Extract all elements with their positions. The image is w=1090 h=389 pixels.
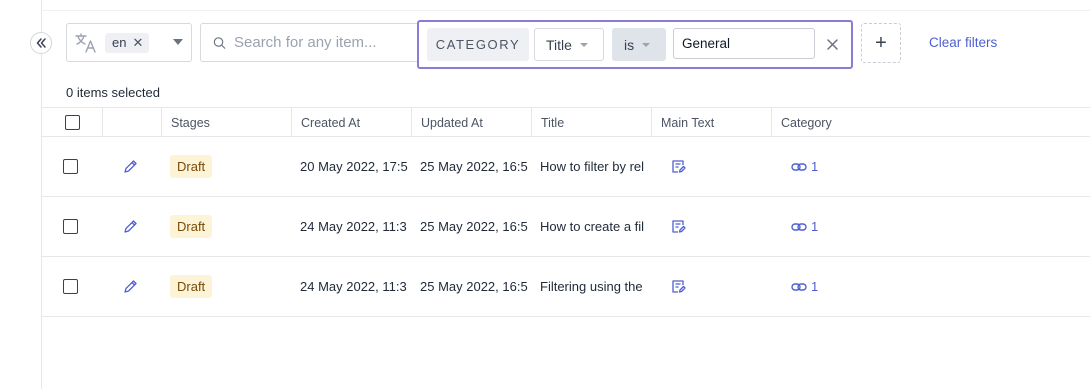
left-rail xyxy=(0,0,42,389)
pencil-icon xyxy=(124,160,137,173)
search-icon xyxy=(213,36,226,49)
document-edit-icon xyxy=(672,220,686,233)
remove-filter-button[interactable] xyxy=(824,36,840,52)
row-checkbox-cell xyxy=(63,137,78,196)
row-checkbox-cell xyxy=(63,257,78,316)
main-text-preview-button[interactable] xyxy=(671,257,686,316)
table-row[interactable]: Draft 20 May 2022, 17:5 25 May 2022, 16:… xyxy=(42,137,1090,197)
filter-group: CATEGORY Title is xyxy=(417,20,853,69)
search-input[interactable] xyxy=(234,34,424,51)
main-text-preview-button[interactable] xyxy=(671,137,686,196)
filter-value-input[interactable] xyxy=(673,28,815,59)
header-actions-cell xyxy=(102,108,161,137)
document-edit-icon xyxy=(672,160,686,173)
filter-operator-select[interactable]: is xyxy=(612,28,666,61)
items-table: Stages Created At Updated At Title Main … xyxy=(42,107,1090,317)
created-at-cell: 24 May 2022, 11:3 xyxy=(300,279,407,294)
category-cell: 1 xyxy=(791,197,818,256)
created-at-cell: 24 May 2022, 11:3 xyxy=(300,219,407,234)
chevron-down-icon[interactable] xyxy=(173,39,183,45)
link-icon xyxy=(791,222,807,231)
link-icon xyxy=(791,162,807,171)
edit-button[interactable] xyxy=(123,197,138,256)
category-relation-link[interactable]: 1 xyxy=(791,279,818,294)
category-cell: 1 xyxy=(791,257,818,316)
column-header-main-text[interactable]: Main Text xyxy=(651,108,771,137)
category-relation-link[interactable]: 1 xyxy=(791,219,818,234)
category-count: 1 xyxy=(811,159,819,174)
table-row[interactable]: Draft 24 May 2022, 11:3 25 May 2022, 16:… xyxy=(42,257,1090,317)
category-relation-link[interactable]: 1 xyxy=(791,159,818,174)
add-filter-button[interactable]: + xyxy=(861,23,901,63)
stage-cell: Draft xyxy=(170,137,213,196)
collapse-sidebar-button[interactable] xyxy=(30,32,52,54)
title-cell: How to filter by rel xyxy=(540,159,645,174)
created-at-cell: 20 May 2022, 17:5 xyxy=(300,159,408,174)
stage-cell: Draft xyxy=(170,257,213,316)
category-count: 1 xyxy=(811,219,819,234)
chevron-down-icon xyxy=(579,42,588,47)
selected-count: 0 items selected xyxy=(66,85,160,100)
title-cell: Filtering using the xyxy=(540,279,643,294)
status-badge: Draft xyxy=(170,275,213,298)
pencil-icon xyxy=(124,220,137,233)
document-edit-icon xyxy=(672,280,686,293)
updated-at-cell: 25 May 2022, 16:5 xyxy=(420,279,528,294)
category-cell: 1 xyxy=(791,137,818,196)
title-cell: How to create a fil xyxy=(540,219,645,234)
double-chevron-left-icon xyxy=(36,38,46,48)
column-header-category[interactable]: Category xyxy=(771,108,1090,137)
select-all-checkbox[interactable] xyxy=(64,115,80,130)
stage-cell: Draft xyxy=(170,197,213,256)
main-text-preview-button[interactable] xyxy=(671,197,686,256)
filter-operator-label: is xyxy=(624,36,635,53)
filter-category-label: CATEGORY xyxy=(427,28,529,61)
column-header-stages[interactable]: Stages xyxy=(161,108,291,137)
translate-icon xyxy=(75,32,96,53)
status-badge: Draft xyxy=(170,215,213,238)
filter-field-select[interactable]: Title xyxy=(534,28,604,61)
top-divider xyxy=(42,10,1090,11)
locale-chip-label: en xyxy=(112,35,127,50)
pencil-icon xyxy=(124,280,137,293)
updated-at-cell: 25 May 2022, 16:5 xyxy=(420,219,528,234)
table-header: Stages Created At Updated At Title Main … xyxy=(42,107,1090,137)
chevron-down-icon xyxy=(642,42,651,47)
column-header-updated-at[interactable]: Updated At xyxy=(411,108,531,137)
row-checkbox-cell xyxy=(63,197,78,256)
link-icon xyxy=(791,282,807,291)
close-icon xyxy=(826,38,838,50)
search-box[interactable] xyxy=(200,23,425,62)
row-checkbox[interactable] xyxy=(63,159,78,174)
locale-select[interactable]: en ✕ xyxy=(66,23,192,62)
edit-button[interactable] xyxy=(123,137,138,196)
header-checkbox-cell xyxy=(42,108,102,137)
edit-button[interactable] xyxy=(123,257,138,316)
column-header-title[interactable]: Title xyxy=(531,108,651,137)
updated-at-cell: 25 May 2022, 16:5 xyxy=(420,159,528,174)
close-icon[interactable]: ✕ xyxy=(132,35,143,51)
column-header-created-at[interactable]: Created At xyxy=(291,108,411,137)
table-row[interactable]: Draft 24 May 2022, 11:3 25 May 2022, 16:… xyxy=(42,197,1090,257)
row-checkbox[interactable] xyxy=(63,219,78,234)
status-badge: Draft xyxy=(170,155,213,178)
locale-chip: en ✕ xyxy=(105,32,150,53)
clear-filters-link[interactable]: Clear filters xyxy=(929,35,997,50)
row-checkbox[interactable] xyxy=(63,279,78,294)
category-count: 1 xyxy=(811,279,819,294)
filter-field-label: Title xyxy=(546,36,572,53)
